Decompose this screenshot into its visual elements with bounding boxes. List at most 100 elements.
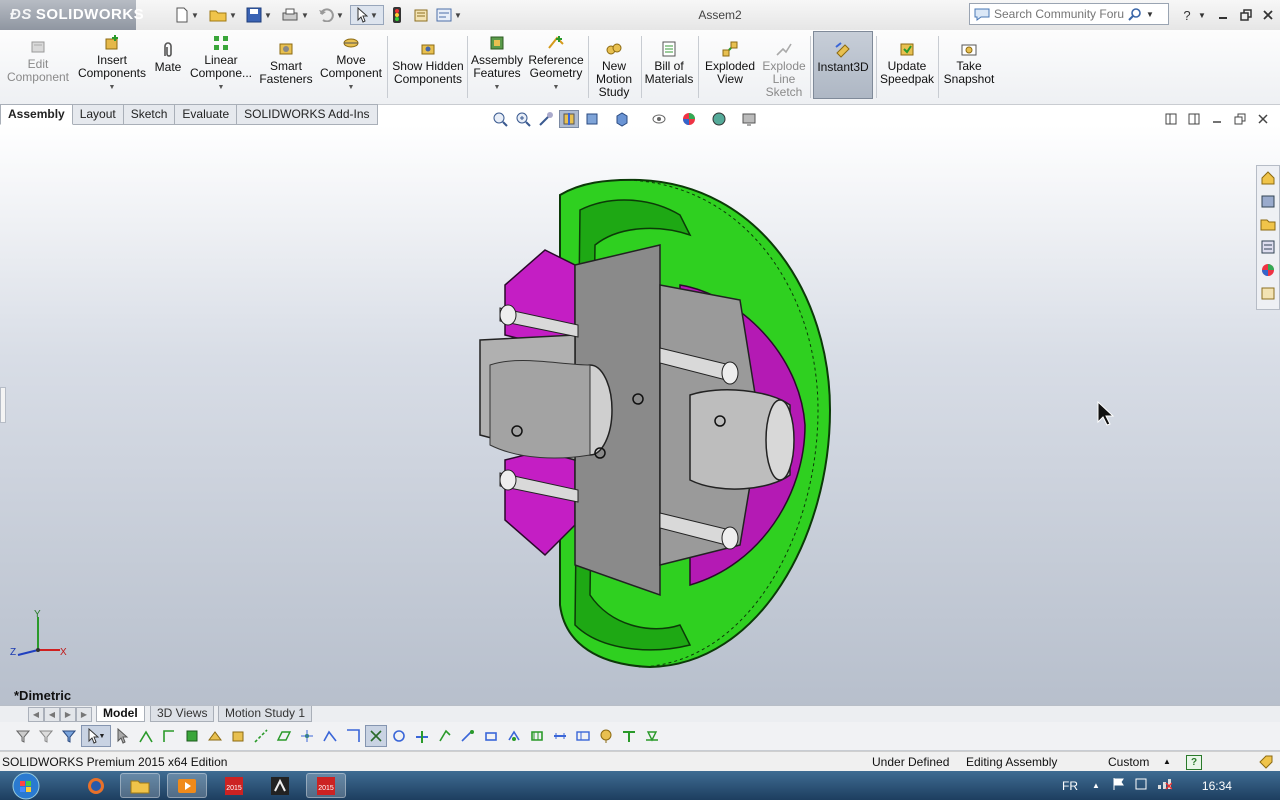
select-other-button[interactable] — [112, 725, 134, 747]
filter-balloons-button[interactable] — [595, 725, 617, 747]
take-snapshot-button[interactable]: Take Snapshot — [940, 40, 998, 106]
feature-manager-expand-handle[interactable] — [0, 387, 6, 423]
unit-system-selector[interactable]: Custom — [1108, 752, 1149, 772]
view-orientation-button[interactable] — [582, 110, 602, 128]
view-palette-tab[interactable] — [1258, 237, 1278, 257]
tab-model[interactable]: Model — [96, 706, 145, 722]
filter-center-marks-button[interactable] — [365, 725, 387, 747]
filter-datum-button[interactable] — [480, 725, 502, 747]
filter-vertices-button[interactable] — [135, 725, 157, 747]
filter-notes-button[interactable] — [434, 725, 456, 747]
filter-solids-button[interactable] — [227, 725, 249, 747]
search-box[interactable]: ▼ — [969, 3, 1169, 25]
linear-component-dropdown-icon[interactable]: ▼ — [218, 81, 225, 94]
instant3d-button[interactable]: Instant3D — [813, 31, 873, 99]
section-view-button[interactable] — [559, 110, 579, 128]
options-button[interactable]: ▼ — [434, 5, 464, 25]
design-library-tab[interactable] — [1258, 191, 1278, 211]
select-button[interactable]: ▼ — [350, 5, 384, 25]
flag-icon[interactable] — [1112, 777, 1126, 794]
filter-surface-finish-button[interactable] — [503, 725, 525, 747]
move-component-dropdown-icon[interactable]: ▼ — [348, 81, 355, 94]
previous-view-button[interactable] — [536, 110, 556, 128]
mate-button[interactable]: Mate — [150, 41, 186, 107]
quick-tips-help-icon[interactable]: ? — [1186, 755, 1202, 770]
taskbar-file-explorer[interactable] — [120, 773, 160, 798]
solidworks-logo[interactable]: ƉS SOLIDWORKS — [0, 0, 144, 30]
coupling-model[interactable] — [0, 125, 1280, 707]
save-button[interactable]: ▼ — [242, 5, 276, 25]
insert-components-button[interactable]: Insert Components ▼ — [76, 34, 148, 100]
filter-cosmetic-threads-button[interactable] — [526, 725, 548, 747]
search-input[interactable] — [990, 7, 1128, 21]
filter-sketch-points-button[interactable] — [296, 725, 318, 747]
clock[interactable]: 16:34 — [1202, 779, 1232, 793]
update-speedpak-button[interactable]: Update Speedpak — [878, 40, 936, 106]
filter-faces-button[interactable] — [181, 725, 203, 747]
linear-component-pattern-button[interactable]: Linear Compone... ▼ — [188, 34, 254, 100]
hide-show-items-button[interactable] — [642, 110, 676, 128]
custom-properties-tab[interactable] — [1258, 283, 1278, 303]
filter-button[interactable] — [12, 725, 34, 747]
help-dropdown-icon[interactable]: ▼ — [1196, 5, 1208, 25]
filter-dimensions-button[interactable] — [388, 725, 410, 747]
taskbar-solidworks-2015-a[interactable]: 2015 — [214, 773, 254, 798]
units-up-arrow-icon[interactable]: ▲ — [1163, 752, 1171, 772]
taskbar-solidworks-2015-b[interactable]: 2015 — [306, 773, 346, 798]
filter-planes-button[interactable] — [273, 725, 295, 747]
explode-line-sketch-button[interactable]: Explode Line Sketch — [760, 40, 808, 106]
close-button[interactable] — [1257, 5, 1279, 25]
edit-appearance-button[interactable] — [679, 110, 699, 128]
appearances-tab[interactable] — [1258, 260, 1278, 280]
help-button[interactable]: ? — [1176, 5, 1198, 25]
filter-toggle-button[interactable] — [35, 725, 57, 747]
filter-surfaces-button[interactable] — [204, 725, 226, 747]
input-language[interactable]: FR — [1062, 779, 1078, 793]
tab-motion-study-1[interactable]: Motion Study 1 — [218, 706, 313, 722]
last-tab-arrow-icon[interactable]: ▶ — [76, 707, 92, 722]
viewport-close-button[interactable] — [1252, 111, 1273, 127]
first-tab-arrow-icon[interactable]: ◀ — [28, 707, 44, 722]
split-right-button[interactable] — [1183, 111, 1204, 127]
device-icon[interactable] — [1134, 777, 1148, 794]
tab-3d-views[interactable]: 3D Views — [150, 706, 215, 722]
start-button[interactable] — [6, 771, 46, 800]
taskbar-app[interactable] — [260, 773, 300, 798]
restore-button[interactable] — [1235, 5, 1257, 25]
filter-gtol-button[interactable] — [572, 725, 594, 747]
tab-evaluate[interactable]: Evaluate — [175, 104, 238, 125]
show-hidden-components-button[interactable]: Show Hidden Components — [390, 40, 466, 106]
tab-layout[interactable]: Layout — [72, 104, 124, 125]
network-icon[interactable] — [1156, 777, 1173, 794]
filter-axes-button[interactable] — [250, 725, 272, 747]
tab-assembly[interactable]: Assembly — [0, 104, 73, 125]
previous-tab-arrow-icon[interactable]: ◀ — [44, 707, 60, 722]
edit-component-button[interactable]: Edit Component — [4, 38, 72, 104]
taskbar-firefox[interactable] — [76, 773, 116, 798]
open-button[interactable]: ▼ — [206, 5, 240, 25]
new-motion-study-button[interactable]: New Motion Study — [590, 40, 638, 106]
filter-surface-bodies-button[interactable] — [411, 725, 433, 747]
rebuild-button[interactable] — [388, 5, 406, 25]
minimize-button[interactable] — [1212, 5, 1234, 25]
undo-button[interactable]: ▼ — [314, 5, 348, 25]
select-tool-button[interactable]: ▼ — [81, 725, 111, 747]
display-style-button[interactable] — [605, 110, 639, 128]
graphics-area[interactable]: Y X Z — [0, 125, 1280, 707]
file-explorer-tab[interactable] — [1258, 214, 1278, 234]
zoom-to-area-button[interactable] — [513, 110, 533, 128]
smart-fasteners-button[interactable]: Smart Fasteners — [256, 40, 316, 106]
filter-annotations-button[interactable] — [641, 725, 663, 747]
selection-filter-button[interactable] — [58, 725, 80, 747]
tab-sketch[interactable]: Sketch — [123, 104, 176, 125]
assembly-features-button[interactable]: Assembly Features ▼ — [469, 34, 525, 100]
viewport-restore-button[interactable] — [1229, 111, 1250, 127]
tab-solidworks-add-ins[interactable]: SOLIDWORKS Add-Ins — [237, 104, 378, 125]
print-button[interactable]: ▼ — [278, 5, 312, 25]
search-dropdown-icon[interactable]: ▼ — [1146, 10, 1154, 19]
file-properties-button[interactable] — [410, 5, 432, 25]
assembly-features-dropdown-icon[interactable]: ▼ — [494, 81, 501, 94]
zoom-to-fit-button[interactable] — [490, 110, 510, 128]
filter-blocks-button[interactable] — [618, 725, 640, 747]
move-component-button[interactable]: Move Component ▼ — [318, 34, 384, 100]
